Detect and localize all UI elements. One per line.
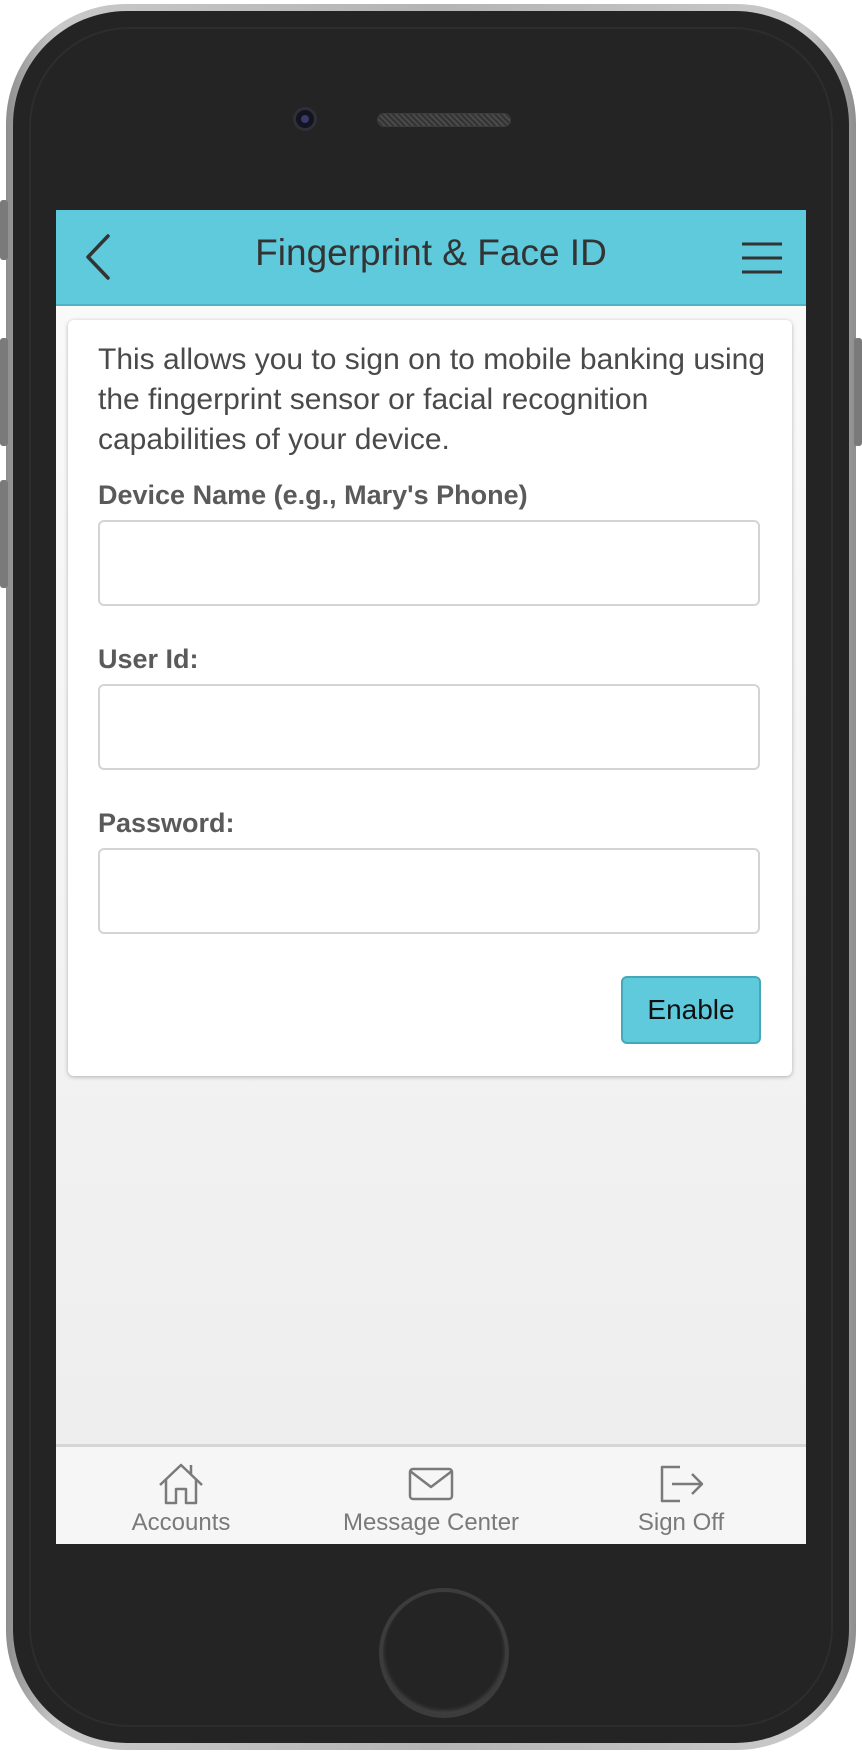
intro-text: This allows you to sign on to mobile ban… bbox=[98, 343, 766, 456]
password-label: Password: bbox=[98, 808, 235, 838]
tab-sign-off-label: Sign Off bbox=[637, 1509, 725, 1536]
app-screen: Fingerprint & Face ID This allows you to… bbox=[56, 210, 806, 1544]
user-id-input[interactable] bbox=[98, 684, 760, 770]
device-name-input[interactable] bbox=[98, 520, 760, 606]
power-button bbox=[854, 338, 862, 446]
user-id-label: User Id: bbox=[98, 644, 199, 674]
mute-switch bbox=[0, 200, 8, 260]
front-camera bbox=[293, 107, 317, 131]
volume-up-button bbox=[0, 338, 8, 446]
earpiece-speaker bbox=[377, 113, 511, 127]
volume-down-button bbox=[0, 480, 8, 588]
home-icon bbox=[159, 1463, 203, 1505]
back-button[interactable] bbox=[74, 230, 124, 284]
tab-message-center-label: Message Center bbox=[342, 1509, 520, 1536]
hamburger-menu-icon bbox=[742, 242, 782, 274]
password-input[interactable] bbox=[98, 848, 760, 934]
sign-out-icon bbox=[660, 1465, 704, 1503]
page-title: Fingerprint & Face ID bbox=[255, 232, 607, 273]
enable-button[interactable]: Enable bbox=[621, 976, 761, 1044]
tab-accounts-label: Accounts bbox=[131, 1509, 231, 1536]
chevron-left-icon bbox=[86, 234, 110, 280]
app-header: Fingerprint & Face ID bbox=[56, 210, 806, 306]
tab-message-center[interactable]: Message Center bbox=[306, 1447, 556, 1544]
menu-button[interactable] bbox=[736, 232, 788, 284]
home-button[interactable] bbox=[379, 1588, 509, 1718]
fingerprint-setup-card: This allows you to sign on to mobile ban… bbox=[68, 320, 792, 1076]
envelope-icon bbox=[408, 1467, 454, 1501]
tab-accounts[interactable]: Accounts bbox=[56, 1447, 306, 1544]
device-name-label: Device Name (e.g., Mary's Phone) bbox=[98, 480, 528, 510]
tab-sign-off[interactable]: Sign Off bbox=[556, 1447, 806, 1544]
bottom-tab-bar: Accounts Message Center Sign Off bbox=[56, 1444, 806, 1544]
